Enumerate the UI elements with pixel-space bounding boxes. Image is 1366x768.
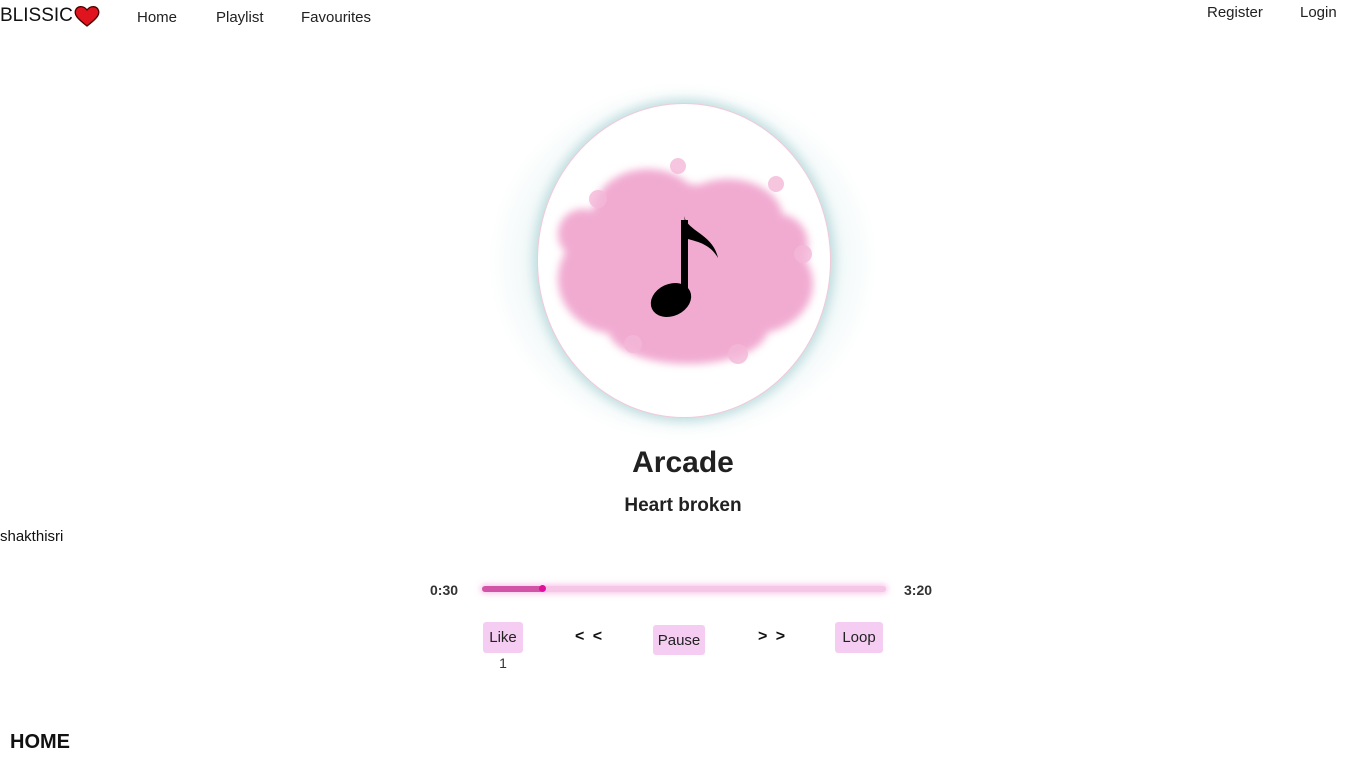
section-heading: HOME bbox=[10, 731, 70, 753]
progress-thumb[interactable] bbox=[538, 585, 546, 592]
nav-link-register[interactable]: Register bbox=[1207, 4, 1263, 21]
brand-name: BLISSIC bbox=[0, 5, 73, 26]
nav-link-home[interactable]: Home bbox=[137, 9, 177, 26]
like-count: 1 bbox=[499, 655, 507, 671]
like-button[interactable]: Like bbox=[483, 622, 523, 653]
current-time: 0:30 bbox=[430, 582, 459, 598]
heart-icon bbox=[74, 6, 100, 27]
song-title: Arcade bbox=[632, 446, 734, 479]
progress-fill bbox=[482, 586, 543, 592]
next-button[interactable]: > > bbox=[758, 628, 787, 646]
nav-link-favourites[interactable]: Favourites bbox=[301, 9, 371, 26]
previous-button[interactable]: < < bbox=[575, 628, 604, 646]
total-time: 3:20 bbox=[904, 582, 933, 598]
brand-logo[interactable]: BLISSIC bbox=[0, 5, 100, 27]
song-subtitle: Heart broken bbox=[624, 495, 742, 516]
music-player-page: BLISSIC Home Playlist Favourites Registe… bbox=[0, 0, 1366, 768]
nav-link-playlist[interactable]: Playlist bbox=[216, 9, 264, 26]
uploader-name: shakthisri bbox=[0, 528, 64, 545]
pause-button[interactable]: Pause bbox=[653, 625, 705, 655]
progress-slider[interactable] bbox=[482, 585, 886, 592]
music-note-icon bbox=[650, 216, 718, 318]
loop-button[interactable]: Loop bbox=[835, 622, 883, 653]
album-art bbox=[537, 103, 831, 418]
nav-link-login[interactable]: Login bbox=[1300, 4, 1337, 21]
